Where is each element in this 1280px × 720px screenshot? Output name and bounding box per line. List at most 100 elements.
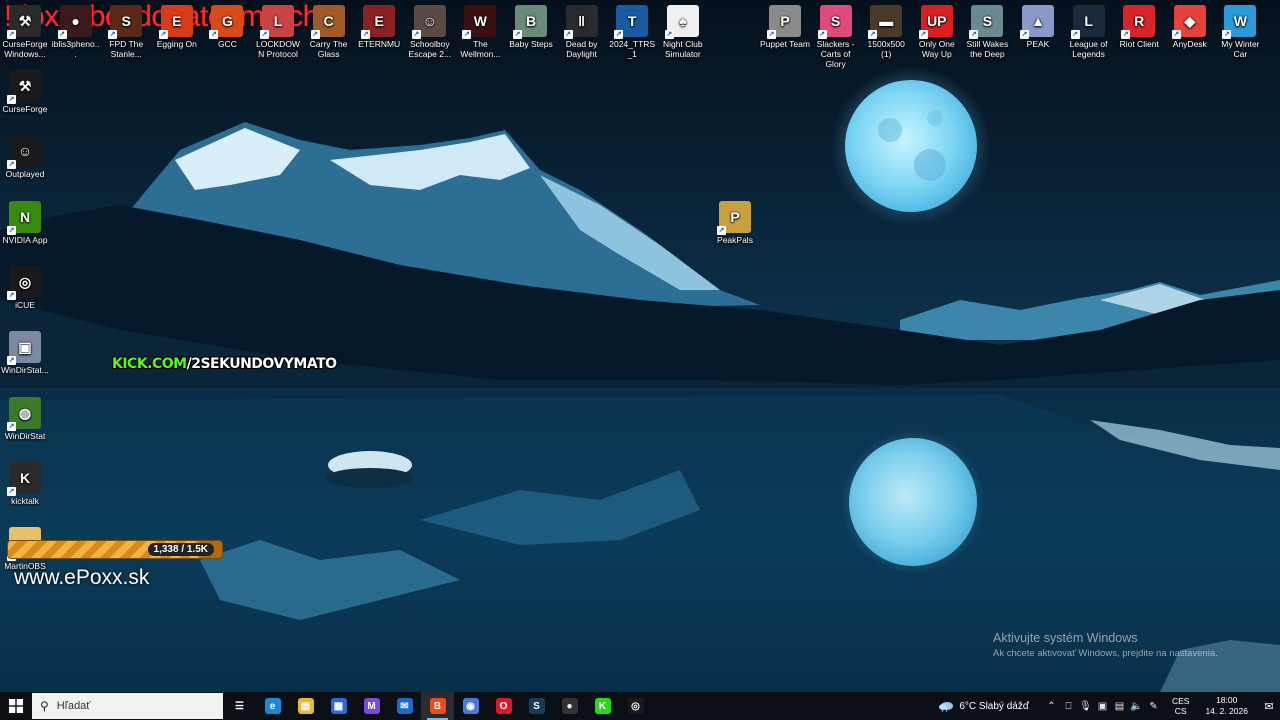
lockdown-protocol-desktop-shortcut[interactable]: L ↗ LOCKDOWN Protocol [253, 5, 303, 59]
desktop-icon-label: PEAK [1026, 39, 1050, 49]
pen-icon[interactable]: ✎ [1145, 701, 1162, 712]
curseforge-windows-icon: ⚒ ↗ [7, 5, 41, 39]
steam-taskbar-button[interactable]: S [520, 692, 553, 720]
follower-goal-progress-bar: 1,338 / 1.5K [8, 541, 222, 558]
image-1500x500-desktop-shortcut[interactable]: ▬ ↗ 1500x500 (1) [861, 5, 911, 59]
desktop-wallpaper [0, 0, 1280, 692]
input-language-indicator[interactable]: CES CS [1172, 696, 1189, 716]
windirstat-shortcut-desktop-shortcut[interactable]: ▣ ↗ WinDirStat... [0, 331, 50, 375]
desktop-icon-label: Slackers - Carts of Glory [816, 39, 855, 69]
monitor-icon[interactable]: ▤ [1111, 701, 1128, 712]
wellmon-desktop-shortcut[interactable]: W ↗ The Wellmon... [455, 5, 505, 59]
store-taskbar-button[interactable]: ▦ [322, 692, 355, 720]
desktop-icon-label: FPD The Stanle... [109, 39, 144, 59]
copilot-taskbar-button[interactable]: ◉ [454, 692, 487, 720]
schoolboy-escape-desktop-shortcut[interactable]: ☺ ↗ Schoolboy Escape 2... [405, 5, 455, 59]
notification-center-icon[interactable]: ✉ [1258, 700, 1280, 713]
outplayed-icon: ☺ ↗ [7, 135, 41, 170]
still-wakes-the-deep-desktop-shortcut[interactable]: S ↗ Still Wakes the Deep [962, 5, 1012, 59]
iblis-desktop-shortcut[interactable]: ● ↗ iblis3pheno... [51, 5, 101, 59]
obs-taskbar-button[interactable]: ● [553, 692, 586, 720]
brave-taskbar-button[interactable]: B [421, 692, 454, 720]
opera-taskbar-button[interactable]: O [487, 692, 520, 720]
schoolboy-escape-icon: ☺ ↗ [411, 5, 446, 39]
shortcut-arrow-icon: ↗ [767, 30, 776, 39]
icue-desktop-shortcut[interactable]: ◎ ↗ iCUE [0, 265, 50, 310]
desktop-icon-label: Baby Steps [509, 39, 553, 49]
dead-by-daylight-desktop-shortcut[interactable]: ‖ ↗ Dead by Daylight [557, 5, 607, 59]
shortcut-arrow-icon: ↗ [717, 226, 726, 235]
fpd-stanley-desktop-shortcut[interactable]: S ↗ FPD The Stanle... [101, 5, 151, 59]
anydesk-desktop-shortcut[interactable]: ◆ ↗ AnyDesk [1165, 5, 1215, 49]
edge-taskbar-button[interactable]: e [256, 692, 289, 720]
volume-icon[interactable]: 🔈 [1128, 701, 1145, 712]
gcc-desktop-shortcut[interactable]: G ↗ GCC [202, 5, 252, 49]
windirstat-shortcut-icon: ▣ ↗ [7, 331, 41, 366]
baby-steps-icon: B ↗ [513, 5, 547, 39]
image-1500x500-icon: ▬ ↗ [868, 5, 903, 39]
shortcut-arrow-icon: ↗ [918, 30, 928, 39]
gcc-icon: G ↗ [209, 5, 244, 39]
windirstat-desktop-shortcut[interactable]: ◍ ↗ WinDirStat [0, 396, 50, 441]
shortcut-arrow-icon: ↗ [7, 421, 16, 431]
peak-desktop-shortcut[interactable]: ▲ ↗ PEAK [1013, 5, 1063, 49]
night-club-simulator-desktop-shortcut[interactable]: ♠ ↗ Night Club Simulator [658, 5, 708, 59]
clock-date: 14. 2. 2026 [1205, 706, 1248, 716]
riot-client-desktop-shortcut[interactable]: R ↗ Riot Client [1114, 5, 1164, 49]
m365-taskbar-button[interactable]: M [355, 692, 388, 720]
desktop-icon-label: Riot Client [1119, 39, 1159, 49]
weather-text: 6°C Slabý dážď [959, 700, 1029, 712]
desktop-icon-label: LOCKDOWN Protocol [256, 39, 300, 59]
curseforge-desktop-shortcut[interactable]: ⚒ ↗ CurseForge [0, 70, 50, 114]
display-icon[interactable]: ▣ [1094, 701, 1111, 712]
copilot-icon: ◉ [462, 698, 479, 714]
shortcut-arrow-icon: ↗ [7, 486, 16, 496]
egging-on-desktop-shortcut[interactable]: E ↗ Egging On [152, 5, 202, 49]
shortcut-arrow-icon: ↗ [969, 30, 979, 39]
still-wakes-the-deep-icon: S ↗ [969, 5, 1004, 39]
puppet-team-desktop-shortcut[interactable]: P ↗ Puppet Team [760, 5, 810, 49]
league-of-legends-desktop-shortcut[interactable]: L ↗ League of Legends [1064, 5, 1114, 59]
shortcut-arrow-icon: ↗ [1121, 30, 1131, 39]
desktop-icon-label: iCUE [15, 299, 35, 310]
outplayed-taskbar-taskbar-button[interactable]: ◎ [619, 692, 652, 720]
baby-steps-desktop-shortcut[interactable]: B ↗ Baby Steps [506, 5, 556, 49]
clock-time: 18:00 [1216, 695, 1238, 705]
desktop-icon-label: iblis3pheno... [51, 39, 100, 59]
chevron-up-icon[interactable]: ⌃ [1043, 701, 1060, 712]
start-button[interactable] [0, 692, 32, 720]
shortcut-arrow-icon: ↗ [563, 30, 573, 39]
kicktalk-desktop-shortcut[interactable]: K ↗ kicktalk [0, 461, 50, 506]
desktop-icon-label: Outplayed [5, 169, 45, 180]
mail-taskbar-button[interactable]: ✉ [388, 692, 421, 720]
carry-the-glass-desktop-shortcut[interactable]: C ↗ Carry The Glass [304, 5, 354, 59]
shortcut-arrow-icon: ↗ [7, 290, 16, 300]
shortcut-arrow-icon: ↗ [361, 30, 371, 39]
shortcut-arrow-icon: ↗ [57, 30, 67, 39]
task-view-taskbar-button[interactable]: ☰ [223, 692, 256, 720]
eternmu-desktop-shortcut[interactable]: E ↗ ETERNMU [354, 5, 404, 49]
microphone-icon[interactable]: 🎙 [1077, 701, 1094, 712]
shortcut-arrow-icon: ↗ [7, 95, 16, 104]
peakpals-desktop-shortcut[interactable]: P ↗ PeakPals [710, 201, 760, 245]
m365-icon: M [363, 698, 380, 714]
kick-taskbar-button[interactable]: K [586, 692, 619, 720]
my-winter-car-desktop-shortcut[interactable]: W ↗ My Winter Car [1215, 5, 1265, 59]
taskbar-search-box[interactable]: ⚲ Hľadať [32, 693, 223, 719]
network-icon[interactable]: ⎕ [1060, 701, 1077, 712]
ttrs-desktop-shortcut[interactable]: T ↗ 2024_TTRS_1 [607, 5, 657, 59]
peakpals-icon: P ↗ [717, 201, 751, 235]
desktop-icon-label: 1500x500 (1) [867, 39, 905, 59]
curseforge-windows-desktop-shortcut[interactable]: ⚒ ↗ CurseForge Windows... [0, 5, 50, 59]
desktop-icon-label: kicktalk [11, 495, 39, 506]
file-explorer-taskbar-button[interactable]: ▤ [289, 692, 322, 720]
carry-the-glass-icon: C ↗ [310, 5, 345, 39]
desktop-icon-label: PeakPals [717, 235, 753, 245]
taskbar-clock[interactable]: 18:00 14. 2. 2026 [1205, 695, 1248, 717]
outplayed-desktop-shortcut[interactable]: ☺ ↗ Outplayed [0, 135, 50, 179]
nvidia-app-desktop-shortcut[interactable]: N ↗ NVIDIA App [0, 200, 50, 245]
weather-widget[interactable]: 6°C Slabý dážď [938, 700, 1029, 712]
activation-title: Aktivujte systém Windows [993, 631, 1138, 645]
slackers-desktop-shortcut[interactable]: S ↗ Slackers - Carts of Glory [811, 5, 861, 69]
only-one-way-up-desktop-shortcut[interactable]: UP ↗ Only One Way Up [912, 5, 962, 59]
